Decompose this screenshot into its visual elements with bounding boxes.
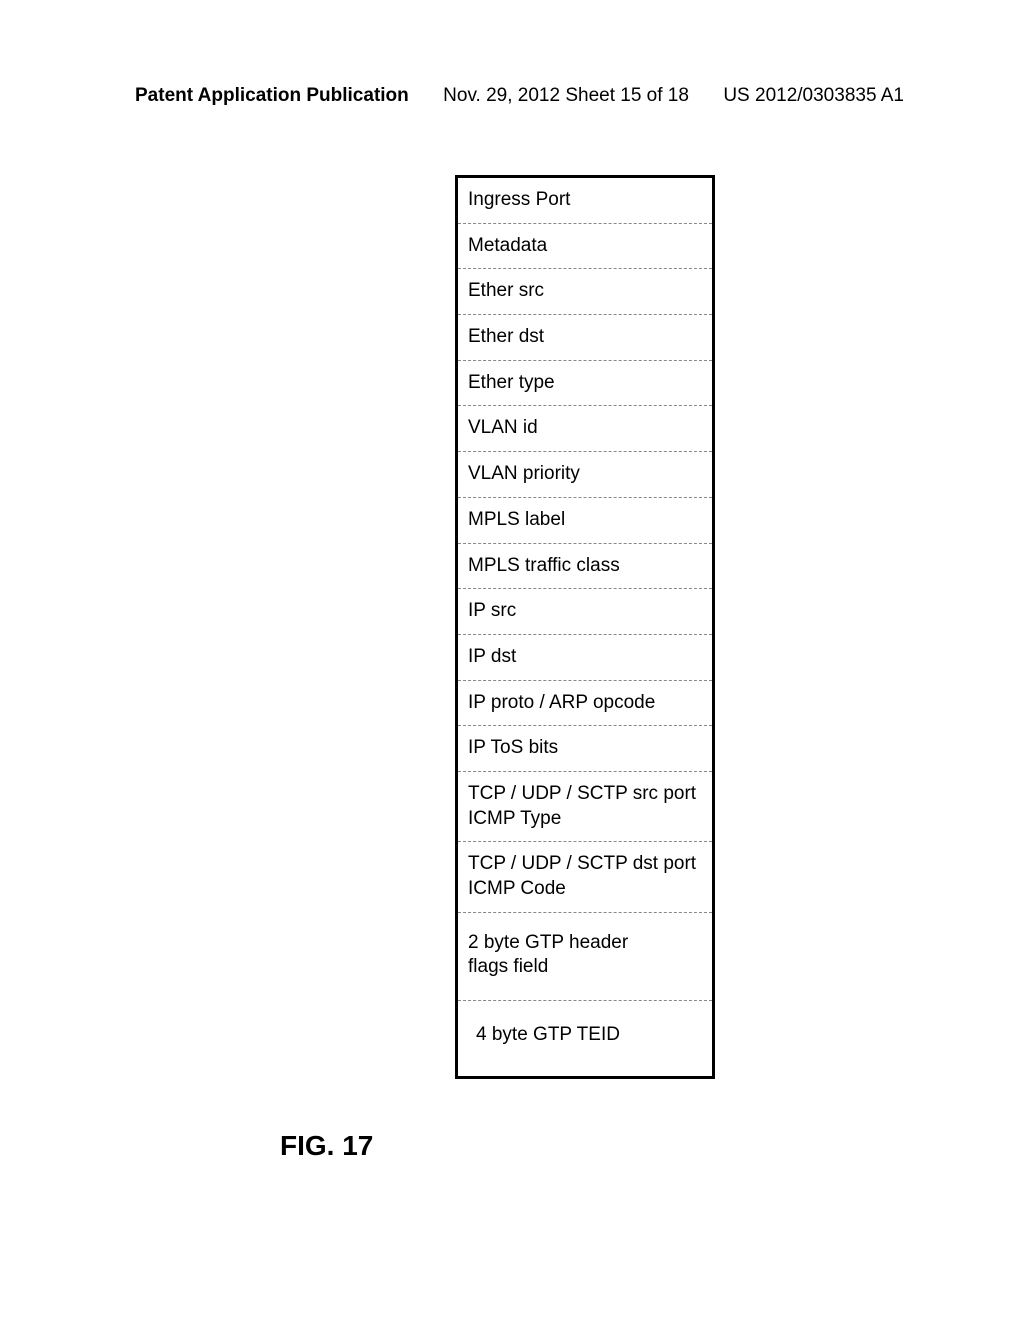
table-row: TCP / UDP / SCTP dst port ICMP Code — [458, 842, 712, 912]
table-row: TCP / UDP / SCTP src port ICMP Type — [458, 772, 712, 842]
table-row: Ether src — [458, 269, 712, 315]
table-row: VLAN priority — [458, 452, 712, 498]
table-row: IP src — [458, 589, 712, 635]
header-center: Nov. 29, 2012 Sheet 15 of 18 — [443, 85, 689, 107]
figure-label: FIG. 17 — [280, 1130, 373, 1162]
table-row: IP ToS bits — [458, 726, 712, 772]
table-row: VLAN id — [458, 406, 712, 452]
row-line2: flags field — [468, 955, 702, 980]
row-line1: TCP / UDP / SCTP src port — [468, 782, 702, 807]
table-row: IP dst — [458, 635, 712, 681]
header-right: US 2012/0303835 A1 — [723, 85, 904, 107]
table-row: 2 byte GTP header flags field — [458, 913, 712, 1001]
table-row: MPLS traffic class — [458, 544, 712, 590]
header-left: Patent Application Publication — [135, 85, 409, 107]
table-row: 4 byte GTP TEID — [458, 1001, 712, 1076]
row-line2: ICMP Type — [468, 807, 702, 832]
page-header: Patent Application Publication Nov. 29, … — [0, 85, 1024, 107]
field-table: Ingress Port Metadata Ether src Ether ds… — [455, 175, 715, 1079]
table-row: Ether dst — [458, 315, 712, 361]
table-row: Ether type — [458, 361, 712, 407]
row-line1: TCP / UDP / SCTP dst port — [468, 852, 702, 877]
table-row: Metadata — [458, 224, 712, 270]
table-row: IP proto / ARP opcode — [458, 681, 712, 727]
row-line1: 2 byte GTP header — [468, 931, 702, 956]
table-row: Ingress Port — [458, 178, 712, 224]
table-row: MPLS label — [458, 498, 712, 544]
row-line2: ICMP Code — [468, 877, 702, 902]
